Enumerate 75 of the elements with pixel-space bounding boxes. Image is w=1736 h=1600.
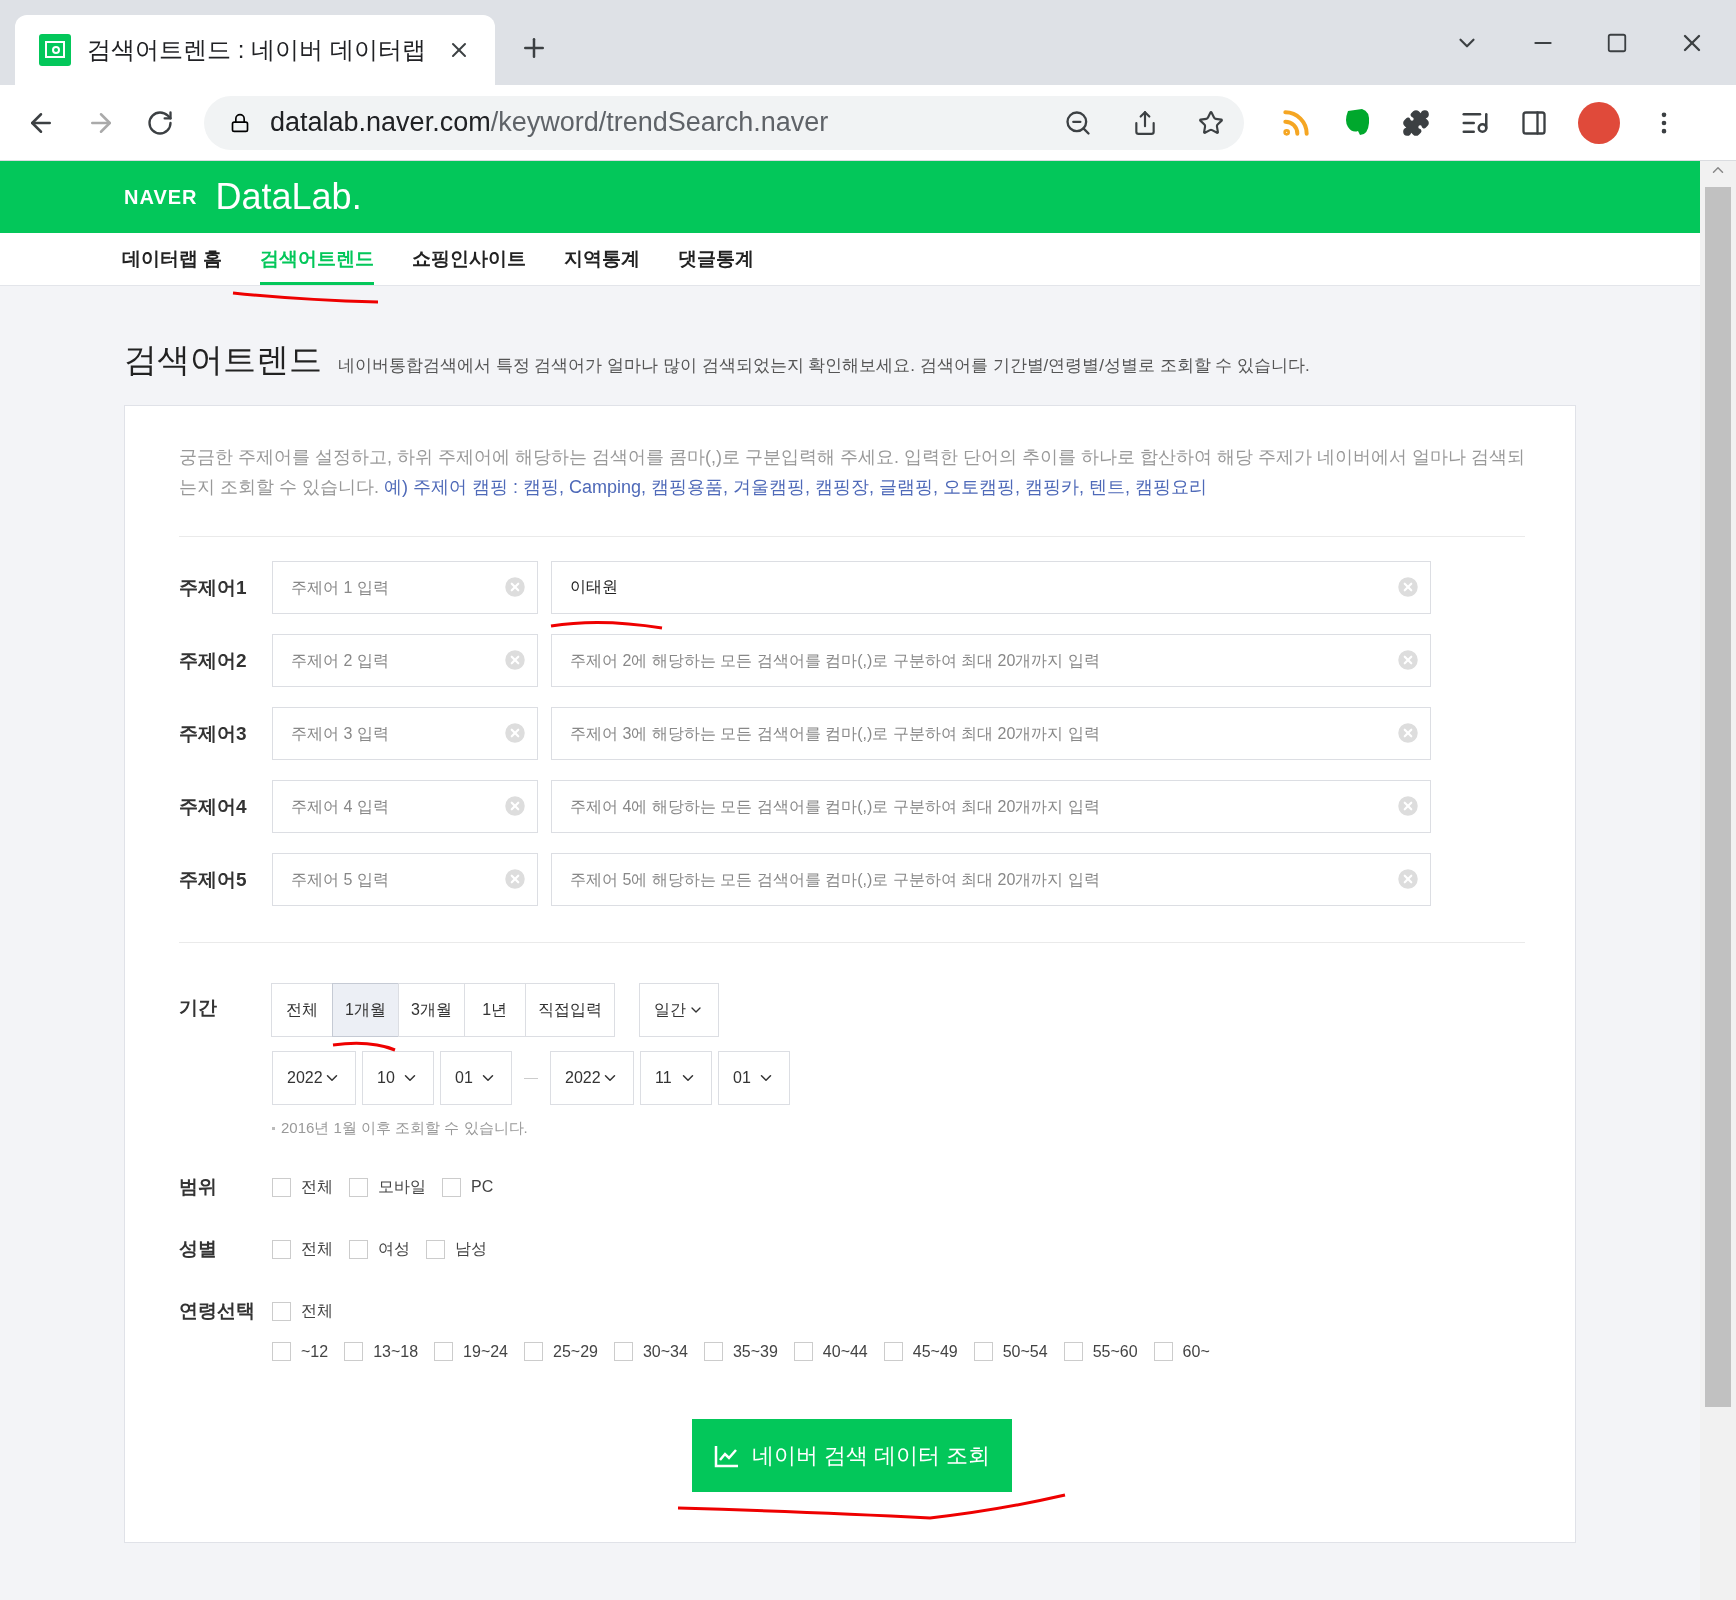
puzzle-icon[interactable] [1402,108,1430,137]
checkbox-option[interactable]: 19~24 [434,1342,508,1361]
share-icon[interactable] [1132,109,1158,136]
topic-name-field[interactable]: 주제어 5 입력 [272,853,538,906]
topic-name-field[interactable]: 주제어 1 입력 [272,561,538,614]
nav-tab[interactable]: 데이터랩 홈 [122,233,223,285]
scrollbar[interactable] [1700,161,1736,1600]
star-icon[interactable] [1198,109,1224,136]
maximize-icon[interactable] [1606,31,1628,54]
filter-label: 성별 [179,1237,218,1261]
checkbox-option[interactable]: 45~49 [883,1342,958,1361]
period-note: 2016년 1월 이후 조회할 수 있습니다. [281,1119,528,1136]
nav-tab[interactable]: 지역통계 [564,233,641,285]
date-select[interactable]: 01 [440,1051,512,1105]
topic-label: 주제어1 [179,575,248,600]
tab-title: 검색어트렌드 : 네이버 데이터랩 [87,35,427,65]
checkbox-option[interactable]: ~12 [272,1342,329,1361]
date-select[interactable]: 01 [718,1051,790,1105]
topic-name-field[interactable]: 주제어 2 입력 [272,634,538,687]
page-subtitle: 네이버통합검색에서 특정 검색어가 얼마나 많이 검색되었는지 확인해보세요. 검색어를 기간별/연령별/성별로 조회할 수 있습니다. [338,355,1310,377]
checkbox-option[interactable]: 60~ [1153,1342,1210,1361]
bullet-icon [272,1127,275,1131]
date-select[interactable]: 2022 [550,1051,634,1105]
date-select[interactable]: 11 [640,1051,712,1105]
topic-label: 주제어5 [179,867,248,892]
period-tab[interactable]: 직접입력 [524,983,615,1037]
keywords-field[interactable]: 주제어 4에 해당하는 모든 검색어를 컴마(,)로 구분하여 최대 20개까지 입력 [551,780,1431,833]
page-title: 검색어트렌드 [124,340,322,380]
chart-icon [713,1443,740,1468]
checkbox-option[interactable]: 남성 [426,1238,487,1260]
reload-icon[interactable] [146,108,174,137]
topic-label: 주제어2 [179,648,248,673]
topic-name-field[interactable]: 주제어 3 입력 [272,707,538,760]
filter-label: 범위 [179,1175,218,1199]
checkbox-option[interactable]: 여성 [349,1238,410,1260]
lock-icon [230,112,250,133]
site-favicon-icon [39,34,71,66]
checkbox-option[interactable]: 25~29 [524,1342,598,1361]
profile-avatar[interactable] [1578,101,1620,144]
address-bar[interactable]: datalab.naver.com/keyword/trendSearch.naver [204,95,1244,150]
checkbox-option[interactable]: 모바일 [349,1176,426,1198]
checkbox-option[interactable]: 50~54 [973,1342,1048,1361]
hand-drawn-underline [332,1041,396,1052]
period-tab[interactable]: 3개월 [397,983,465,1037]
filter-label: 연령선택 [179,1299,256,1323]
intro-text: 궁금한 주제어를 설정하고, 하위 주제어에 해당하는 검색어를 콤마(,)로 구분입력해 주세요. 입력한 단어의 추이를 하나로 합산하여 해당 주제가 네이버에서 얼마나 검색되는지 조회할 수 있습니다. 예) 주제어 캠핑 : 캠핑, Camping, 캠핑용품, 겨울캠핑, 캠핑장, 글램핑, 오토캠핑, 캠핑카, 텐트, 캠핑요리 [179,442,1525,537]
nav-tab[interactable]: 댓글통계 [678,233,755,285]
keywords-field[interactable]: 주제어 3에 해당하는 모든 검색어를 컴마(,)로 구분하여 최대 20개까지 입력 [551,707,1431,760]
zoom-out-icon[interactable] [1064,108,1092,137]
checkbox-option[interactable]: 전체 [272,1238,333,1260]
checkbox-option[interactable]: 35~39 [703,1342,778,1361]
topic-name-field[interactable]: 주제어 4 입력 [272,780,538,833]
checkbox-option[interactable]: 13~18 [344,1342,419,1361]
keywords-field[interactable]: 주제어 5에 해당하는 모든 검색어를 컴마(,)로 구분하여 최대 20개까지 입력 [551,853,1431,906]
interval-select[interactable]: 일간 [638,983,719,1037]
url-text: datalab.naver.com/keyword/trendSearch.naver [270,107,830,138]
checkbox-option[interactable]: 40~44 [793,1342,868,1361]
period-tab[interactable]: 1년 [463,983,526,1037]
topic-label: 주제어3 [179,721,248,746]
period-label: 기간 [179,996,218,1020]
checkbox-option[interactable]: 30~34 [613,1342,688,1361]
date-select[interactable]: 10 [362,1051,434,1105]
keywords-field[interactable]: 이태원 [551,561,1431,614]
checkbox-option[interactable]: PC [442,1177,494,1197]
date-select[interactable]: 2022 [272,1051,356,1105]
side-panel-icon[interactable] [1520,108,1548,137]
browser-tab[interactable]: 검색어트렌드 : 네이버 데이터랩 [15,15,495,85]
keywords-field[interactable]: 주제어 2에 해당하는 모든 검색어를 컴마(,)로 구분하여 최대 20개까지 입력 [551,634,1431,687]
nav-tab[interactable]: 쇼핑인사이트 [412,233,527,285]
period-tab[interactable]: 전체 [271,983,333,1037]
period-tab[interactable]: 1개월 [332,983,399,1037]
topic-label: 주제어4 [179,794,248,819]
checkbox-option[interactable]: 전체 [272,1176,333,1198]
checkbox-option[interactable]: 55~60 [1063,1342,1138,1361]
checkbox-option[interactable]: 전체 [272,1300,333,1322]
